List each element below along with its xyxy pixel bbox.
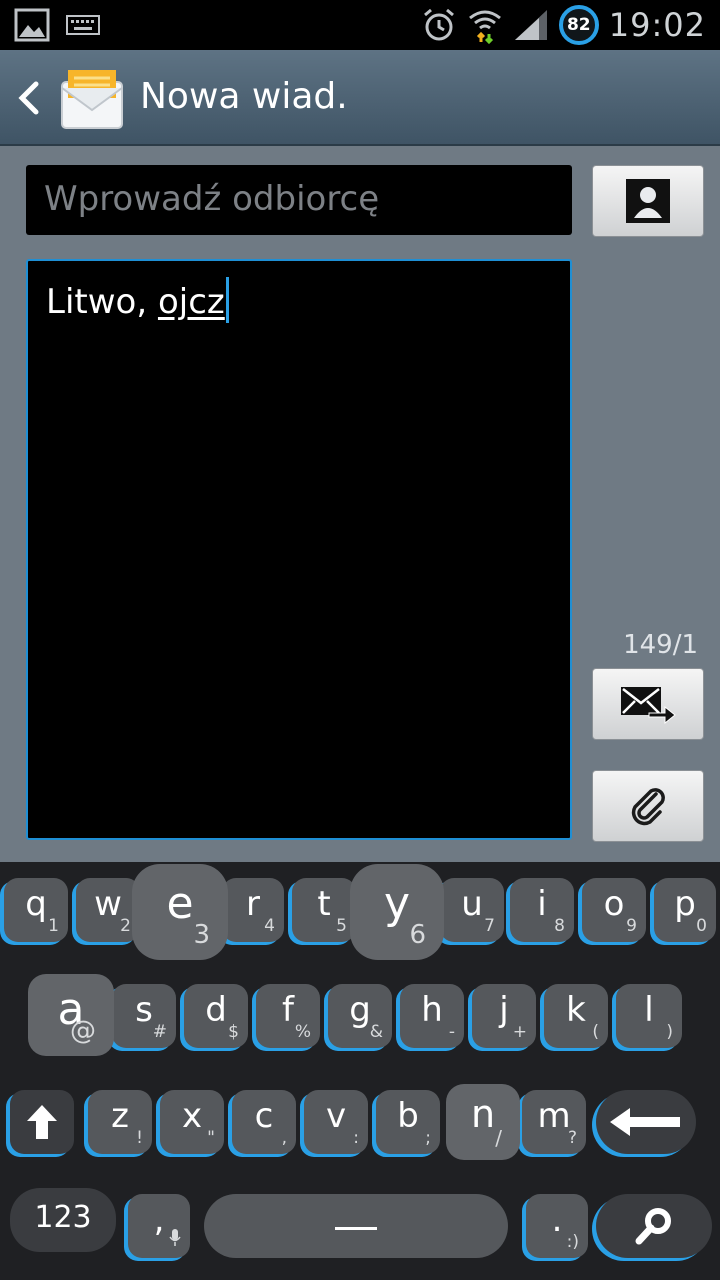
key-j[interactable]: j + [472,984,536,1048]
key-sublabel: / [495,1126,502,1150]
backspace-key[interactable] [596,1090,696,1154]
key-i[interactable]: i8 [510,878,574,942]
send-message-icon [621,687,676,725]
key-x[interactable]: x " [160,1090,224,1154]
key-sublabel: + [512,1022,527,1042]
backspace-arrow-icon [596,1090,696,1154]
key-o[interactable]: o9 [582,878,646,942]
key-b[interactable]: b; [376,1090,440,1154]
key-sublabel: 1 [48,916,59,936]
space-key[interactable] [204,1194,508,1258]
key-sublabel: # [152,1022,167,1042]
key-label: n [470,1092,496,1136]
period-key[interactable]: .:) [526,1194,588,1258]
shift-arrow-icon [10,1090,74,1154]
key-sublabel: ? [567,1128,577,1148]
search-icon [596,1194,712,1258]
key-sublabel: : [353,1128,359,1148]
envelope-icon[interactable] [60,68,124,130]
status-right: 82 19:02 [421,0,706,50]
key-f[interactable]: f% [256,984,320,1048]
message-input[interactable]: Litwo, ojcz [26,259,572,840]
recipient-input[interactable]: Wprowadź odbiorcę [26,165,572,235]
key-c[interactable]: c, [232,1090,296,1154]
key-sublabel: @ [70,1016,96,1046]
key-m[interactable]: m? [522,1090,586,1154]
key-e[interactable]: e3 [132,864,228,960]
key-t[interactable]: t5 [292,878,356,942]
key-p[interactable]: p0 [654,878,716,942]
key-label: y [383,878,411,929]
paperclip-icon [631,788,665,826]
text-cursor [225,277,229,323]
key-v[interactable]: v: [304,1090,368,1154]
page-title: Nowa wiad. [140,76,348,117]
key-sublabel: " [207,1128,215,1148]
send-button[interactable] [592,668,704,740]
numbers-key[interactable]: 123 [10,1188,116,1252]
key-sublabel: 9 [626,916,637,936]
key-sublabel: - [448,1022,455,1042]
status-time: 19:02 [608,6,706,44]
key-sublabel: 8 [554,916,565,936]
status-left [14,8,100,42]
contact-picker-button[interactable] [592,165,704,237]
key-sublabel: ; [425,1128,431,1148]
key-r[interactable]: r4 [222,878,284,942]
character-counter: 149/1 [623,630,698,660]
microphone-icon [169,1229,181,1252]
comma-key[interactable]: , [128,1194,190,1258]
action-bar: Nowa wiad. [0,50,720,146]
space-bar-icon [204,1194,508,1258]
search-key[interactable] [596,1194,712,1258]
battery-indicator: 82 [558,5,599,45]
key-sublabel: 5 [336,916,347,936]
key-g[interactable]: g & [328,984,392,1048]
key-sublabel: % [294,1022,311,1042]
key-q[interactable]: q1 [4,878,68,942]
keyboard-notification-icon [66,15,100,35]
composing-word: ojcz [157,282,225,322]
key-y[interactable]: y6 [350,864,444,960]
key-sublabel: 6 [409,920,426,950]
key-sublabel: , [281,1128,287,1148]
key-sublabel: & [369,1022,383,1042]
status-bar: 82 19:02 [0,0,720,50]
key-z[interactable]: z! [88,1090,152,1154]
key-sublabel: ( [592,1022,599,1042]
attach-button[interactable] [592,770,704,842]
key-sublabel: 4 [264,916,275,936]
key-sublabel: ! [136,1128,143,1148]
key-h[interactable]: h- [400,984,464,1048]
key-d[interactable]: d $ [184,984,248,1048]
signal-icon [514,10,547,40]
message-text: Litwo, [46,282,158,322]
key-k[interactable]: k( [544,984,608,1048]
key-l[interactable]: l) [616,984,682,1048]
key-sublabel: ) [666,1022,673,1042]
key-a[interactable]: a @ [28,974,114,1056]
key-sublabel: 7 [484,916,495,936]
shift-key[interactable] [10,1090,74,1154]
contact-icon [626,179,670,223]
key-sublabel: $ [228,1022,239,1042]
wifi-icon [468,10,501,44]
compose-area: Wprowadź odbiorcę Litwo, ojcz 149/1 [0,146,720,862]
key-sublabel: :) [566,1232,579,1252]
key-sublabel: 2 [120,916,131,936]
key-sublabel: 0 [696,916,707,936]
key-label: 123 [34,1200,92,1235]
key-u[interactable]: u7 [440,878,504,942]
alarm-icon [423,8,454,41]
key-n[interactable]: n / [446,1084,520,1160]
key-label: e [166,878,194,929]
gallery-notification-icon [14,8,50,42]
key-sublabel: 3 [193,920,210,950]
key-s[interactable]: s # [112,984,176,1048]
soft-keyboard: q1 w2 e3 r4 t5 y6 u7 i8 o9 p0 a @ s # d $ f… [0,862,720,1280]
key-w[interactable]: w2 [76,878,140,942]
chevron-left-icon[interactable] [12,78,44,118]
